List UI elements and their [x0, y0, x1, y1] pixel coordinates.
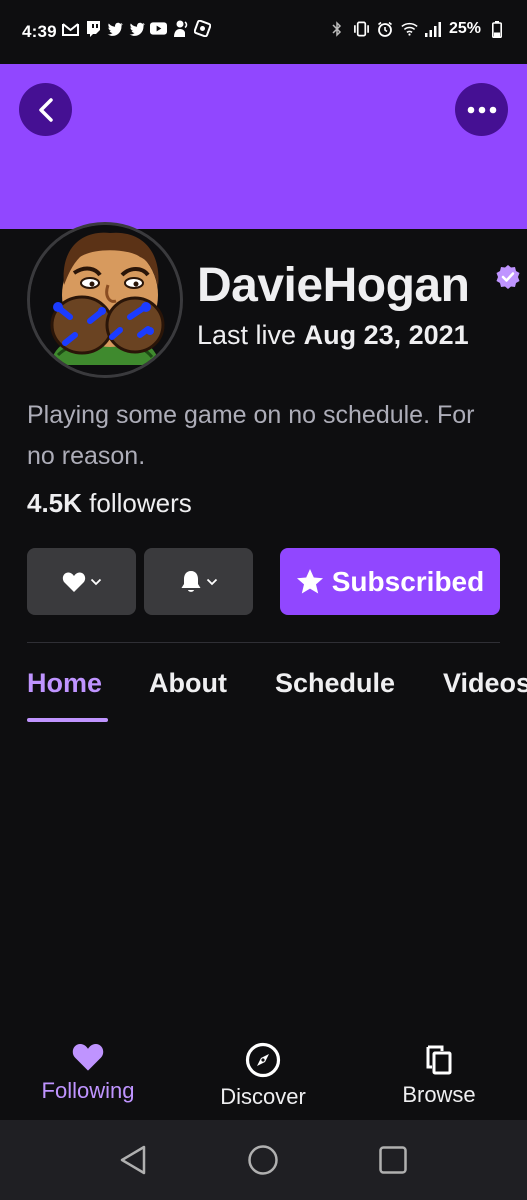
more-options-button[interactable]: [455, 83, 508, 136]
notification-icons: [62, 20, 211, 37]
nav-discover-label: Discover: [220, 1084, 306, 1109]
signal-icon: [425, 21, 442, 38]
system-recents-button[interactable]: [375, 1142, 411, 1178]
more-horizontal-icon: [467, 106, 496, 113]
compass-icon: [245, 1042, 281, 1078]
active-tab-indicator: [27, 718, 108, 722]
gmail-icon: [62, 20, 79, 37]
followers-label: followers: [89, 488, 192, 518]
status-bar: 4:39 25%: [0, 0, 527, 64]
twitch-icon: [84, 20, 101, 37]
bluetooth-icon: [329, 21, 346, 38]
square-recents-icon: [379, 1146, 407, 1174]
system-status-icons: 25%: [329, 20, 505, 38]
channel-name: DavieHogan: [197, 259, 470, 312]
tab-home[interactable]: Home: [27, 668, 102, 699]
chevron-down-icon: [206, 578, 217, 585]
channel-avatar[interactable]: [27, 222, 183, 378]
verified-check-icon: [496, 265, 520, 289]
circle-home-icon: [248, 1145, 278, 1175]
last-live-prefix: Last live: [197, 320, 297, 350]
star-icon: [296, 569, 323, 594]
channel-tabs: Home About Schedule Videos: [0, 668, 527, 728]
nav-browse-label: Browse: [402, 1082, 476, 1107]
channel-banner: [0, 64, 527, 229]
divider: [27, 642, 500, 643]
last-live: Last live Aug 23, 2021: [197, 320, 469, 351]
system-navigation-bar: [0, 1120, 527, 1200]
twitter-icon: [128, 20, 145, 37]
follow-button[interactable]: [27, 548, 136, 615]
subscribe-button[interactable]: Subscribed: [280, 548, 500, 615]
alarm-icon: [377, 21, 394, 38]
voice-icon: [172, 20, 189, 37]
bottom-navigation: Following Discover Browse: [0, 1030, 527, 1120]
nav-following[interactable]: Following: [18, 1042, 158, 1104]
channel-bio: Playing some game on no schedule. For no…: [27, 401, 475, 470]
subscribe-label: Subscribed: [331, 565, 485, 597]
followers-count: 4.5K followers: [27, 488, 192, 519]
chevron-left-icon: [38, 97, 53, 122]
nav-following-label: Following: [41, 1078, 135, 1103]
battery-icon: [488, 20, 505, 38]
youtube-icon: [150, 20, 167, 37]
notifications-button[interactable]: [144, 548, 253, 615]
app-icon: [194, 20, 211, 37]
nav-browse[interactable]: Browse: [369, 1042, 509, 1108]
heart-icon: [72, 1044, 104, 1071]
back-button[interactable]: [19, 83, 72, 136]
chevron-down-icon: [90, 578, 101, 585]
triangle-back-icon: [120, 1145, 146, 1175]
system-home-button[interactable]: [245, 1142, 281, 1178]
wifi-icon: [401, 21, 418, 38]
browse-icon: [426, 1045, 452, 1075]
status-time: 4:39: [22, 22, 57, 41]
nav-discover[interactable]: Discover: [193, 1042, 333, 1110]
last-live-date: Aug 23, 2021: [303, 320, 469, 350]
vibrate-icon: [353, 21, 370, 38]
tab-about[interactable]: About: [149, 668, 227, 699]
followers-number: 4.5K: [27, 488, 82, 518]
battery-percent: 25%: [448, 20, 481, 37]
bell-icon: [181, 570, 200, 592]
heart-icon: [62, 571, 85, 592]
twitter-icon: [106, 20, 123, 37]
tab-videos[interactable]: Videos: [443, 668, 527, 699]
tab-schedule[interactable]: Schedule: [275, 668, 395, 699]
system-back-button[interactable]: [115, 1142, 151, 1178]
